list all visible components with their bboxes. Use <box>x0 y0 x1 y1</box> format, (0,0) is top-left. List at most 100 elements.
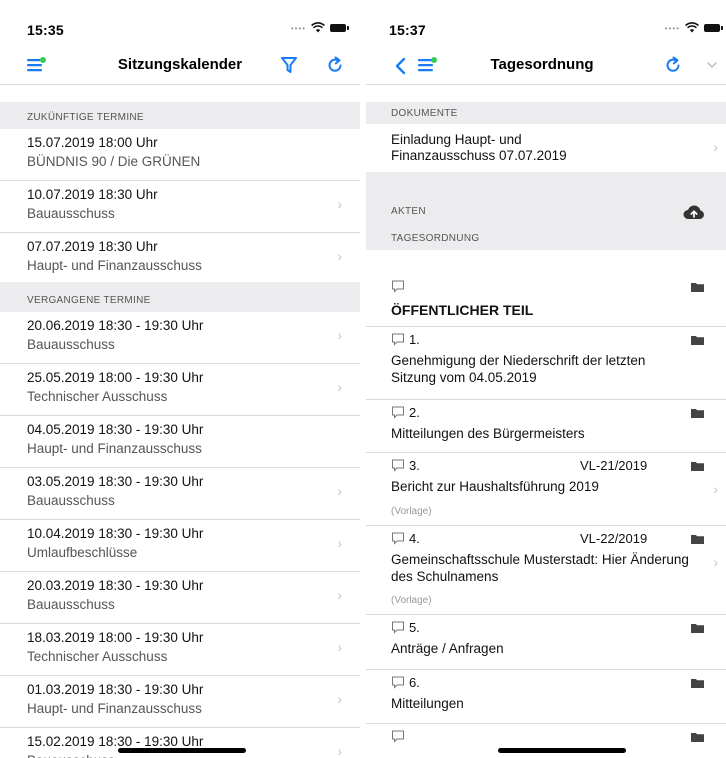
agenda-number: 6. <box>409 675 420 690</box>
meeting-committee: Bauausschuss <box>27 753 115 758</box>
chevron-right-icon: › <box>337 743 342 758</box>
agenda-item[interactable]: 4. VL-22/2019 Gemeinschaftsschule Musterst… <box>366 526 726 615</box>
folder-icon[interactable] <box>691 335 704 345</box>
meeting-committee: Technischer Ausschuss <box>27 389 168 404</box>
chevron-right-icon: › <box>713 554 718 570</box>
agenda-item[interactable]: 2. Mitteilungen des Bürgermeisters <box>366 400 726 453</box>
chevron-right-icon: › <box>337 639 342 655</box>
wifi-icon <box>311 22 325 33</box>
comment-bubble-icon[interactable] <box>391 676 405 689</box>
chevron-right-icon: › <box>337 483 342 499</box>
meeting-date: 20.03.2019 18:30 - 19:30 Uhr <box>27 578 204 593</box>
meeting-date: 01.03.2019 18:30 - 19:30 Uhr <box>27 682 204 697</box>
section-past: VERGANGENE TERMINE <box>0 282 360 312</box>
section-past-label: VERGANGENE TERMINE <box>27 295 151 306</box>
agenda-item[interactable]: 3. VL-21/2019 Bericht zur Haushaltsführung… <box>366 453 726 526</box>
comment-bubble-icon[interactable] <box>391 333 405 346</box>
meeting-row[interactable]: 15.02.2019 18:30 - 19:30 Uhr Bauausschuss… <box>0 728 360 758</box>
page-title: Sitzungskalender <box>117 56 243 73</box>
meeting-row[interactable]: 10.04.2019 18:30 - 19:30 Uhr Umlaufbeschl… <box>0 520 360 572</box>
section-documents-label: DOKUMENTE <box>391 108 458 119</box>
section-future: ZUKÜNFTIGE TERMINE <box>0 102 360 129</box>
cloud-upload-icon[interactable] <box>683 204 705 220</box>
chevron-right-icon: › <box>337 196 342 212</box>
agenda-item[interactable]: 6. Mitteilungen <box>366 670 726 724</box>
filter-icon[interactable] <box>281 56 297 74</box>
agenda-item-header <box>391 279 409 294</box>
chevron-right-icon: › <box>713 139 718 155</box>
chevron-down-icon[interactable] <box>706 61 718 69</box>
folder-icon[interactable] <box>691 678 704 688</box>
chevron-right-icon: › <box>337 587 342 603</box>
comment-bubble-icon[interactable] <box>391 532 405 545</box>
section-documents: DOKUMENTE <box>366 102 726 124</box>
status-icons: •••• <box>665 22 723 33</box>
status-time: 15:37 <box>389 22 426 38</box>
comment-bubble-icon[interactable] <box>391 730 405 743</box>
agenda-item[interactable]: 1. Genehmigung der Niederschrift der letz… <box>366 327 726 400</box>
meeting-committee: BÜNDNIS 90 / Die GRÜNEN <box>27 154 201 169</box>
meeting-row[interactable]: 01.03.2019 18:30 - 19:30 Uhr Haupt- und F… <box>0 676 360 728</box>
calendar-screen: 15:35 •••• Sitzungskalender ZUKÜNFTIGE T… <box>0 0 360 758</box>
meeting-date: 15.07.2019 18:00 Uhr <box>27 135 158 150</box>
folder-icon[interactable] <box>691 732 704 742</box>
folder-icon[interactable] <box>691 282 704 292</box>
agenda-type: (Vorlage) <box>391 506 432 517</box>
folder-icon[interactable] <box>691 408 704 418</box>
battery-icon <box>704 23 723 32</box>
meeting-row[interactable]: 10.07.2019 18:30 Uhr Bauausschuss › <box>0 181 360 233</box>
status-time: 15:35 <box>27 22 64 38</box>
meeting-row[interactable]: 15.07.2019 18:00 Uhr BÜNDNIS 90 / Die GRÜ… <box>0 129 360 181</box>
past-meetings-list: 20.06.2019 18:30 - 19:30 Uhr Bauausschuss… <box>0 312 360 758</box>
agenda-item-header: 1. <box>391 332 420 347</box>
meeting-row[interactable]: 25.05.2019 18:00 - 19:30 Uhr Technischer … <box>0 364 360 416</box>
agenda-item-header: 5. <box>391 620 420 635</box>
comment-bubble-icon[interactable] <box>391 280 405 293</box>
folder-icon[interactable] <box>691 461 704 471</box>
meeting-committee: Technischer Ausschuss <box>27 649 168 664</box>
meeting-committee: Bauausschuss <box>27 597 115 612</box>
meeting-committee: Bauausschuss <box>27 337 115 352</box>
meeting-row[interactable]: 03.05.2019 18:30 - 19:30 Uhr Bauausschuss… <box>0 468 360 520</box>
meeting-row[interactable]: 04.05.2019 18:30 - 19:30 Uhr Haupt- und F… <box>0 416 360 468</box>
agenda-title: Mitteilungen <box>391 696 464 711</box>
chevron-right-icon: › <box>337 535 342 551</box>
folder-icon[interactable] <box>691 534 704 544</box>
agenda-title: Anträge / Anfragen <box>391 641 504 656</box>
folder-icon[interactable] <box>691 623 704 633</box>
agenda-item[interactable]: ÖFFENTLICHER TEIL <box>366 274 726 327</box>
meeting-date: 18.03.2019 18:00 - 19:30 Uhr <box>27 630 204 645</box>
chevron-right-icon: › <box>337 691 342 707</box>
document-item[interactable]: Einladung Haupt- und Finanzausschuss 07.… <box>366 124 726 173</box>
agenda-item-header: 6. <box>391 675 420 690</box>
agenda-title: Bericht zur Haushaltsführung 2019 <box>391 479 599 494</box>
home-indicator <box>118 748 246 753</box>
agenda-item[interactable]: 5. Anträge / Anfragen <box>366 615 726 670</box>
home-indicator <box>498 748 626 753</box>
refresh-icon[interactable] <box>326 56 344 74</box>
comment-bubble-icon[interactable] <box>391 621 405 634</box>
meeting-date: 15.02.2019 18:30 - 19:30 Uhr <box>27 734 204 749</box>
comment-bubble-icon[interactable] <box>391 406 405 419</box>
meeting-row[interactable]: 18.03.2019 18:00 - 19:30 Uhr Technischer … <box>0 624 360 676</box>
agenda-number: 4. <box>409 531 420 546</box>
agenda-item-header: 4. <box>391 531 420 546</box>
agenda-number: 3. <box>409 458 420 473</box>
refresh-icon[interactable] <box>664 56 682 74</box>
status-bar: 15:37 •••• <box>366 0 726 38</box>
agenda-type: (Vorlage) <box>391 595 432 606</box>
comment-bubble-icon[interactable] <box>391 459 405 472</box>
signal-icon: •••• <box>290 24 306 33</box>
meeting-date: 20.06.2019 18:30 - 19:30 Uhr <box>27 318 204 333</box>
status-bar: 15:35 •••• <box>0 0 360 38</box>
agenda-reference: VL-21/2019 <box>580 458 648 473</box>
meeting-committee: Bauausschuss <box>27 206 115 221</box>
battery-icon <box>330 23 349 32</box>
agenda-item-header <box>391 729 409 744</box>
meeting-row[interactable]: 20.06.2019 18:30 - 19:30 Uhr Bauausschuss… <box>0 312 360 364</box>
chevron-right-icon: › <box>337 248 342 264</box>
status-icons: •••• <box>290 22 349 33</box>
section-akten: AKTEN TAGESORDNUNG <box>366 172 726 250</box>
meeting-row[interactable]: 07.07.2019 18:30 Uhr Haupt- und Finanzaus… <box>0 233 360 285</box>
meeting-row[interactable]: 20.03.2019 18:30 - 19:30 Uhr Bauausschuss… <box>0 572 360 624</box>
